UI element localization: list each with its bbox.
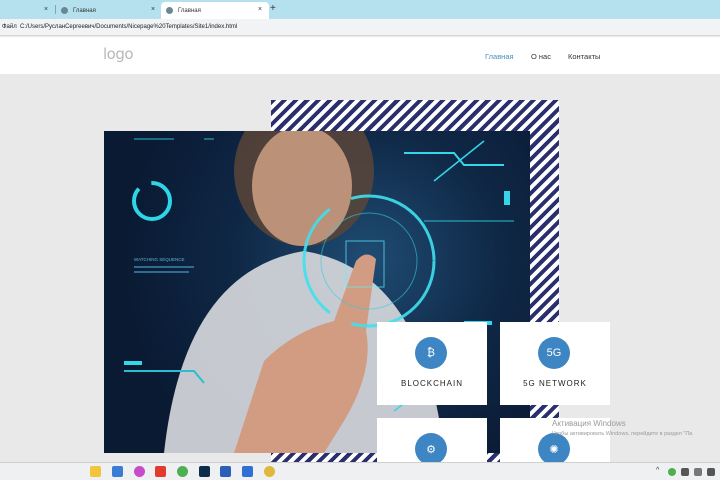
card-label: 5G NETWORK xyxy=(523,379,587,388)
nicepage-icon[interactable] xyxy=(242,466,253,477)
nav-link-home[interactable]: Главная xyxy=(485,52,514,61)
nav-link-about[interactable]: О нас xyxy=(531,52,551,61)
page-content: WATCHING SEQUENCE ₿ BLOCKCHAIN 5G 5G NET… xyxy=(0,74,720,462)
tray-volume-icon[interactable] xyxy=(707,468,715,476)
site-header: logo Главная О нас Контакты xyxy=(0,37,720,74)
tab-3-close-icon[interactable]: × xyxy=(258,6,262,13)
card-label: BLOCKCHAIN xyxy=(400,379,463,388)
nav-link-contacts[interactable]: Контакты xyxy=(568,52,600,61)
mail-icon[interactable] xyxy=(134,466,145,477)
5g-signal-icon: 5G xyxy=(538,337,570,369)
address-scheme-label: Файл xyxy=(2,24,17,30)
browser-tab-strip: × Главная × Главная × + xyxy=(0,0,720,19)
file-explorer-icon[interactable] xyxy=(90,466,101,477)
browser-tab-active[interactable]: Главная × xyxy=(161,2,269,19)
tab-1-close-icon[interactable]: × xyxy=(44,6,48,13)
service-card-3[interactable]: ⚙ xyxy=(377,418,487,462)
tab-2-close-icon[interactable]: × xyxy=(151,6,155,13)
tray-chevron-icon[interactable]: ^ xyxy=(656,467,659,474)
watermark-title: Активация Windows xyxy=(552,419,626,428)
tray-app-icon[interactable] xyxy=(668,468,676,476)
chrome-active-icon[interactable] xyxy=(264,466,275,477)
store-icon[interactable] xyxy=(112,466,123,477)
tray-battery-icon[interactable] xyxy=(694,468,702,476)
address-url[interactable]: C:/Users/РусланСергеевич/Documents/Nicep… xyxy=(20,24,237,30)
photoshop-icon[interactable] xyxy=(199,466,210,477)
service-card-blockchain[interactable]: ₿ BLOCKCHAIN xyxy=(377,322,487,405)
address-bar[interactable]: Файл C:/Users/РусланСергеевич/Documents/… xyxy=(0,19,720,36)
hero-caption-title: WATCHING SEQUENCE xyxy=(134,257,185,262)
yandex-icon[interactable] xyxy=(155,466,166,477)
ai-head-icon: ⚙ xyxy=(415,433,447,462)
windows-taskbar: ^ xyxy=(0,462,720,480)
tab-favicon-icon xyxy=(61,7,68,14)
chrome-icon[interactable] xyxy=(177,466,188,477)
word-icon[interactable] xyxy=(220,466,231,477)
service-card-5g-network[interactable]: 5G 5G NETWORK xyxy=(500,322,610,405)
bitcoin-icon: ₿ xyxy=(415,337,447,369)
browser-tab-2[interactable]: Главная × xyxy=(56,2,160,19)
tab-2-title: Главная xyxy=(73,7,96,14)
brain-chip-icon: ✺ xyxy=(538,433,570,462)
tray-network-icon[interactable] xyxy=(681,468,689,476)
tab-favicon-icon xyxy=(166,7,173,14)
new-tab-button[interactable]: + xyxy=(270,3,276,14)
tab-3-title: Главная xyxy=(178,7,201,14)
site-logo[interactable]: logo xyxy=(103,45,134,63)
watermark-subtitle: Чтобы активировать Windows, перейдите в … xyxy=(552,431,693,437)
windows-activation-watermark: Активация Windows Чтобы активировать Win… xyxy=(552,419,692,437)
